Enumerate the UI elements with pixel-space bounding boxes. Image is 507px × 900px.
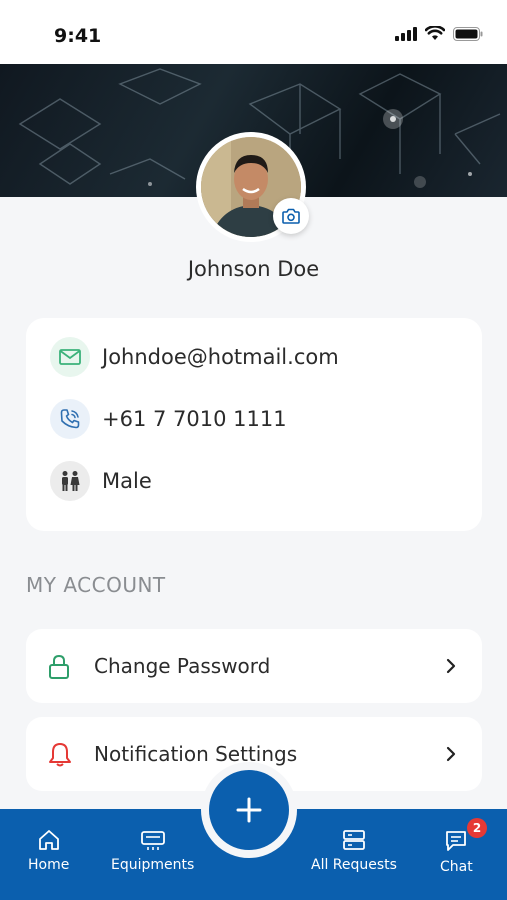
- change-password-item[interactable]: Change Password: [26, 629, 482, 703]
- gender-icon: [50, 461, 90, 501]
- nav-home-label: Home: [28, 857, 70, 873]
- status-bar: 9:41: [0, 0, 507, 64]
- chevron-right-icon: [446, 746, 456, 762]
- plus-icon: [236, 797, 262, 823]
- battery-icon: [453, 26, 483, 41]
- lock-icon: [49, 654, 69, 679]
- equipment-icon: [140, 831, 165, 850]
- nav-equipments-label: Equipments: [111, 857, 195, 873]
- profile-name: Johnson Doe: [187, 257, 320, 281]
- email-value: Johndoe@hotmail.com: [102, 345, 339, 369]
- profile-info-card: Johndoe@hotmail.com +61 7 7010 1111 Male: [26, 318, 482, 531]
- nav-home[interactable]: Home: [28, 829, 69, 873]
- signal-icon: [395, 26, 417, 41]
- email-icon: [50, 337, 90, 377]
- nav-equipments[interactable]: Equipments: [111, 829, 194, 873]
- notification-settings-label: Notification Settings: [94, 742, 298, 766]
- phone-icon: [50, 399, 90, 439]
- nav-all-requests[interactable]: All Requests: [311, 829, 397, 873]
- status-time: 9:41: [54, 25, 102, 47]
- gender-value: Male: [102, 469, 152, 493]
- nav-all-requests-label: All Requests: [311, 857, 397, 873]
- phone-value: +61 7 7010 1111: [102, 407, 287, 431]
- add-request-button[interactable]: [209, 770, 289, 850]
- wifi-icon: [425, 26, 445, 40]
- chevron-right-icon: [446, 658, 456, 674]
- chat-icon: [446, 831, 467, 851]
- requests-icon: [343, 830, 365, 850]
- gender-row: Male: [50, 461, 152, 501]
- camera-icon: [282, 208, 300, 224]
- change-password-label: Change Password: [94, 654, 271, 678]
- change-photo-button[interactable]: [273, 198, 309, 234]
- home-icon: [38, 830, 59, 850]
- nav-chat-label: Chat: [440, 859, 473, 875]
- bell-icon: [49, 743, 71, 767]
- status-icons: [395, 26, 483, 41]
- phone-row: +61 7 7010 1111: [50, 399, 287, 439]
- email-row: Johndoe@hotmail.com: [50, 337, 339, 377]
- chat-badge: 2: [467, 818, 487, 838]
- section-title-my-account: MY ACCOUNT: [26, 573, 166, 597]
- nav-chat[interactable]: Chat: [440, 829, 473, 875]
